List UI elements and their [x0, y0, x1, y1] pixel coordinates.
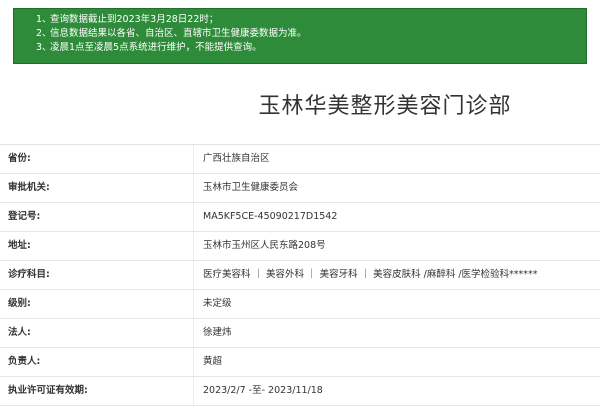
notice-line-2: 2、 信息数据结果以各省、自治区、直辖市卫生健康委数据为准。 — [14, 27, 586, 41]
row-label: 诊疗科目: — [8, 269, 50, 280]
column-divider — [193, 290, 194, 318]
column-divider — [193, 348, 194, 376]
column-divider — [193, 174, 194, 202]
notice-line-text: 信息数据结果以各省、自治区、直辖市卫生健康委数据为准。 — [50, 28, 307, 39]
info-table: 省份: 广西壮族自治区 审批机关: 玉林市卫生健康委员会 登记号: MA5KF5… — [0, 144, 600, 406]
notice-line-number: 2、 — [36, 28, 52, 39]
row-value: 黄超 — [203, 356, 223, 367]
table-row: 执业许可证有效期: 2023/2/7 -至- 2023/11/18 — [0, 377, 600, 406]
notice-line-number: 1、 — [36, 14, 52, 25]
table-row: 法人: 徐建炜 — [0, 319, 600, 348]
column-divider — [193, 203, 194, 231]
row-value: 玉林市卫生健康委员会 — [203, 182, 299, 193]
column-divider — [193, 261, 194, 289]
row-value: 徐建炜 — [203, 327, 232, 338]
table-row: 诊疗科目: 医疗美容科 ｜ 美容外科 ｜ 美容牙科 ｜ 美容皮肤科 /麻醉科 /… — [0, 261, 600, 290]
row-label: 执业许可证有效期: — [8, 385, 88, 396]
table-row: 级别: 未定级 — [0, 290, 600, 319]
notice-line-3: 3、 凌晨1点至凌晨5点系统进行维护，不能提供查询。 — [14, 41, 586, 55]
notice-line-text: 查询数据截止到2023年3月28日22时； — [50, 14, 219, 25]
notice-banner: 1、 查询数据截止到2023年3月28日22时； 2、 信息数据结果以各省、自治… — [13, 8, 587, 64]
row-value: MA5KF5CE-45090217D1542 — [203, 211, 338, 222]
row-label: 地址: — [8, 240, 31, 251]
table-row: 负责人: 黄超 — [0, 348, 600, 377]
notice-line-text: 凌晨1点至凌晨5点系统进行维护，不能提供查询。 — [50, 42, 262, 53]
row-label: 审批机关: — [8, 182, 50, 193]
table-row: 登记号: MA5KF5CE-45090217D1542 — [0, 203, 600, 232]
row-value: 未定级 — [203, 298, 232, 309]
notice-line-number: 3、 — [36, 42, 52, 53]
table-row: 审批机关: 玉林市卫生健康委员会 — [0, 174, 600, 203]
table-row: 省份: 广西壮族自治区 — [0, 145, 600, 174]
table-row: 地址: 玉林市玉州区人民东路208号 — [0, 232, 600, 261]
column-divider — [193, 319, 194, 347]
row-value: 玉林市玉州区人民东路208号 — [203, 240, 326, 251]
row-label: 级别: — [8, 298, 31, 309]
column-divider — [193, 145, 194, 173]
row-label: 法人: — [8, 327, 31, 338]
row-label: 登记号: — [8, 211, 41, 222]
row-value: 广西壮族自治区 — [203, 153, 270, 164]
row-value: 医疗美容科 ｜ 美容外科 ｜ 美容牙科 ｜ 美容皮肤科 /麻醉科 /医学检验科*… — [203, 269, 538, 280]
page-title: 玉林华美整形美容门诊部 — [258, 94, 512, 119]
column-divider — [193, 377, 194, 405]
row-label: 省份: — [8, 153, 31, 164]
row-value: 2023/2/7 -至- 2023/11/18 — [203, 385, 323, 396]
row-label: 负责人: — [8, 356, 41, 367]
notice-line-1: 1、 查询数据截止到2023年3月28日22时； — [14, 13, 586, 27]
column-divider — [193, 232, 194, 260]
